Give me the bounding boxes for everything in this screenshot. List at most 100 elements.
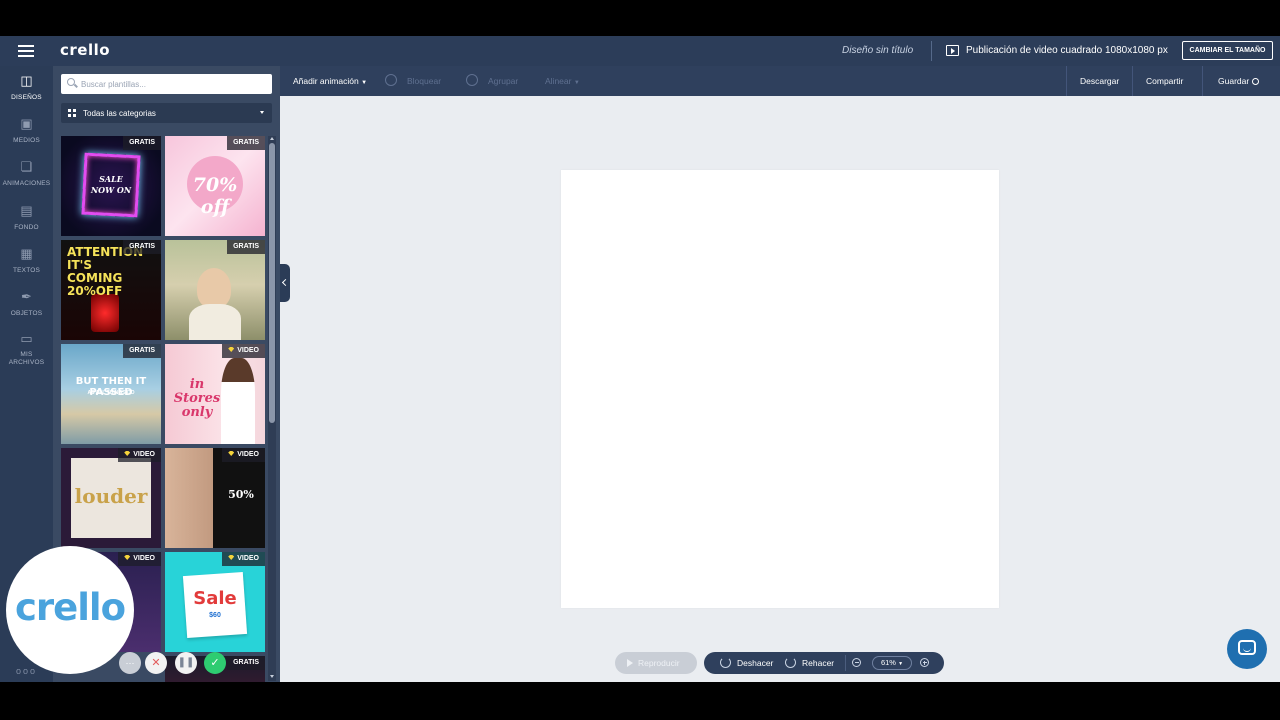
template-thumbnail[interactable]: 70% off GRATIS (165, 136, 265, 236)
video-badge: VIDEO (118, 552, 161, 566)
badge-label: VIDEO (237, 451, 259, 458)
template-text: SALE NOW ON (90, 174, 132, 195)
download-button[interactable]: Descargar (1080, 76, 1119, 86)
template-thumbnail[interactable]: in Stores only VIDEO (165, 344, 265, 444)
free-badge: GRATIS (227, 656, 265, 670)
template-thumbnail[interactable]: Sale $60 VIDEO (165, 552, 265, 652)
scrollbar-thumb[interactable] (269, 143, 275, 423)
collapse-panel-button[interactable] (280, 264, 290, 302)
top-header: crello Diseño sin título Publicación de … (0, 36, 1280, 66)
template-thumbnail[interactable]: ATTENTION IT'S COMING 20%OFF GRATIS (61, 240, 161, 340)
history-zoom-bar: Deshacer Rehacer 61% ▼ (704, 652, 944, 674)
objects-icon: ✒ (21, 289, 32, 304)
play-button[interactable]: Reproducir (615, 652, 697, 674)
template-text: Sale (193, 588, 237, 609)
template-text: 50% (228, 488, 254, 501)
toolbar-divider (1202, 66, 1203, 96)
template-text: 70% off (192, 174, 238, 218)
format-title: Publicación de video cuadrado 1080x1080 … (966, 45, 1168, 56)
redo-button[interactable]: Rehacer (802, 658, 834, 668)
design-canvas[interactable] (561, 170, 999, 608)
overlay-logo-badge: crello (6, 546, 134, 674)
rail-item-animations[interactable]: ❏ ANIMACIONES (0, 160, 53, 200)
toolbar-divider (1132, 66, 1133, 96)
rail-item-label: MEDIOS (13, 137, 40, 144)
template-thumbnail[interactable]: SALE NOW ON GRATIS (61, 136, 161, 236)
search-box[interactable] (61, 74, 272, 94)
free-badge: GRATIS (227, 240, 265, 254)
red-siren-image (91, 294, 119, 332)
search-input[interactable] (81, 76, 266, 92)
category-dropdown[interactable]: Todas las categorias (61, 103, 272, 123)
template-thumbnail[interactable]: BUT THEN IT PASSED AS ALL THINGS DO GRAT… (61, 344, 161, 444)
play-icon (627, 659, 633, 667)
crello-editor: crello Diseño sin título Publicación de … (0, 36, 1280, 682)
woman-photo (197, 268, 231, 308)
zoom-value: 61% (880, 658, 896, 667)
rail-item-label: TEXTOS (12, 267, 41, 274)
close-icon[interactable]: ✕ (145, 652, 167, 674)
lock-icon (385, 74, 397, 86)
zoom-select[interactable]: 61% ▼ (872, 656, 912, 670)
premium-gem-icon (124, 555, 131, 560)
video-badge: VIDEO (222, 552, 265, 566)
premium-gem-icon (228, 451, 235, 456)
rail-item-my-files[interactable]: ▭ MIS ARCHIVOS (0, 332, 53, 380)
group-icon (466, 74, 478, 86)
rail-item-label: MIS (20, 351, 33, 358)
add-animation-label: Añadir animación (293, 76, 359, 86)
scroll-down-icon[interactable] (270, 675, 274, 678)
rail-item-label: OBJETOS (10, 310, 43, 317)
rail-item-label: ANIMACIONES (2, 180, 51, 187)
video-badge: VIDEO (118, 448, 161, 462)
rail-item-objects[interactable]: ✒ OBJETOS (0, 290, 53, 330)
chevron-down-icon (260, 111, 264, 114)
image-icon: ▣ (20, 116, 33, 131)
align-label: Alinear (545, 76, 572, 86)
add-animation-button[interactable]: Añadir animación ▼ (293, 76, 367, 86)
zoom-out-icon[interactable] (852, 658, 861, 667)
align-button[interactable]: Alinear ▼ (545, 76, 580, 86)
rail-item-designs[interactable]: ◫ DISEÑOS (0, 74, 53, 114)
scroll-up-icon[interactable] (270, 137, 274, 140)
free-badge: GRATIS (227, 136, 265, 150)
share-button[interactable]: Compartir (1146, 76, 1183, 86)
more-options-icon[interactable]: ⋯ (119, 652, 141, 674)
check-icon[interactable]: ✓ (204, 652, 226, 674)
grid-icon (68, 109, 76, 117)
template-thumbnail[interactable]: GRATIS (165, 240, 265, 340)
overlay-logo-text: crello (14, 586, 126, 629)
more-dots-icon[interactable]: ooo (16, 666, 37, 676)
rail-item-media[interactable]: ▣ MEDIOS (0, 117, 53, 157)
document-title[interactable]: Diseño sin título (842, 45, 913, 56)
model-photo (221, 358, 255, 444)
app-logo[interactable]: crello (60, 41, 110, 59)
free-badge: GRATIS (123, 240, 161, 254)
template-thumbnail[interactable]: louder VIDEO (61, 448, 161, 548)
animation-icon: ❏ (20, 159, 33, 174)
menu-icon[interactable] (18, 45, 34, 57)
group-button[interactable]: Agrupar (488, 76, 518, 86)
text-icon: ▦ (20, 246, 33, 261)
save-button[interactable]: Guardar (1218, 76, 1260, 86)
undo-button[interactable]: Deshacer (737, 658, 773, 668)
template-subtext: AS ALL THINGS DO (87, 390, 135, 396)
toolbar-divider (1066, 66, 1067, 96)
rail-item-texts[interactable]: ▦ TEXTOS (0, 247, 53, 287)
pause-icon[interactable]: ❚❚ (175, 652, 197, 674)
free-badge: GRATIS (123, 344, 161, 358)
free-badge: GRATIS (123, 136, 161, 150)
lock-button[interactable]: Bloquear (407, 76, 441, 86)
zoom-in-icon[interactable] (920, 658, 929, 667)
undo-icon (720, 657, 731, 668)
search-icon (67, 78, 75, 86)
template-thumbnail[interactable]: 50% VIDEO (165, 448, 265, 548)
save-status-icon (1252, 78, 1260, 85)
resize-button[interactable]: CAMBIAR EL TAMAÑO (1182, 41, 1273, 60)
rail-item-label: FONDO (14, 224, 39, 231)
layout-icon: ◫ (20, 73, 33, 88)
premium-gem-icon (228, 555, 235, 560)
rail-item-background[interactable]: ▤ FONDO (0, 204, 53, 244)
chat-support-button[interactable] (1227, 629, 1267, 669)
folder-icon: ▭ (20, 331, 33, 346)
